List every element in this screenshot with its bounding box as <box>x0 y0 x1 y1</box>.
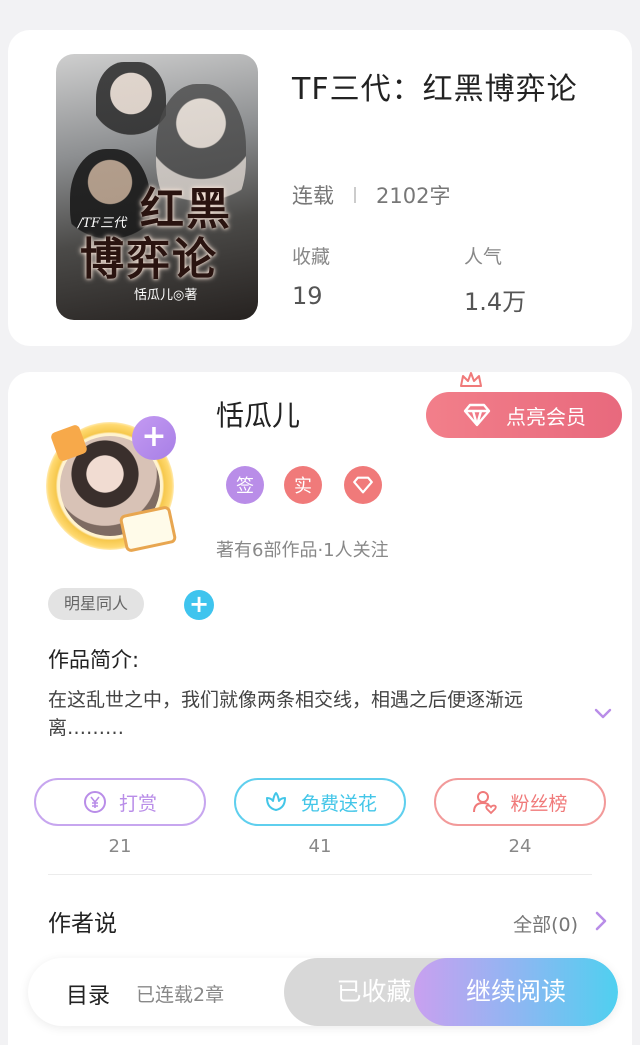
word-count: 2102字 <box>376 184 451 208</box>
favorites-label: 收藏 <box>292 246 331 268</box>
intro-title: 作品简介: <box>48 648 140 672</box>
crown-icon <box>460 372 482 387</box>
cover-title-line2: 博弈论 <box>80 234 218 285</box>
cover-author: 恬瓜儿◎著 <box>134 288 198 303</box>
add-tag-button[interactable]: + <box>184 590 214 620</box>
send-flower-label: 免费送花 <box>300 792 377 815</box>
vip-button-label: 点亮会员 <box>506 404 586 429</box>
continue-reading-button[interactable]: 继续阅读 <box>414 958 618 1026</box>
cover-tag: /TF三代 <box>78 216 127 231</box>
tip-label: 打赏 <box>118 792 157 815</box>
signed-badge: 签 <box>226 466 264 504</box>
bottom-action-bar: 目录 已连载2章 已收藏 继续阅读 <box>28 958 618 1026</box>
diamond-badge <box>344 466 382 504</box>
author-card: + 恬瓜儿 点亮会员 签 实 著有6部作品·1人关注 明星同人 + 作品简介: … <box>8 372 632 1045</box>
author-name[interactable]: 恬瓜儿 <box>216 394 300 434</box>
diamond-icon <box>353 476 373 494</box>
divider <box>48 874 592 875</box>
book-info-card: /TF三代 红黑 博弈论 恬瓜儿◎著 TF三代：红黑博弈论 连载 2102字 收… <box>8 30 632 346</box>
book-title: TF三代：红黑博弈论 <box>292 72 578 107</box>
divider <box>354 187 356 203</box>
verified-badge: 实 <box>284 466 322 504</box>
popularity-count: 1.4万 <box>464 288 527 316</box>
intro-text: 在这乱世之中，我们就像两条相交线，相遇之后便逐渐远离……… <box>48 689 524 739</box>
genre-tag[interactable]: 明星同人 <box>48 588 145 620</box>
popularity-label: 人气 <box>464 246 503 268</box>
follow-button[interactable]: + <box>132 416 176 460</box>
send-flower-button[interactable]: 免费送花 <box>234 778 406 826</box>
favorites-count: 19 <box>292 282 323 310</box>
author-says-title: 作者说 <box>48 911 117 937</box>
diamond-icon <box>463 403 491 427</box>
author-says-all-link[interactable]: 全部(0) <box>513 910 578 937</box>
fan-ranking-label: 粉丝榜 <box>510 792 568 815</box>
chevron-down-icon[interactable] <box>594 704 612 722</box>
fan-icon <box>473 791 498 815</box>
fan-count: 24 <box>508 836 532 857</box>
toc-button[interactable]: 目录 <box>66 978 110 1010</box>
author-meta: 著有6部作品·1人关注 <box>216 540 389 561</box>
chapter-count[interactable]: 已连载2章 <box>136 980 224 1007</box>
book-cover[interactable]: /TF三代 红黑 博弈论 恬瓜儿◎著 <box>56 54 258 320</box>
serial-status: 连载 <box>292 184 334 208</box>
fan-ranking-button[interactable]: 粉丝榜 <box>434 778 606 826</box>
book-status-row: 连载 2102字 <box>292 180 450 210</box>
tip-count: 21 <box>108 836 132 857</box>
cover-title-line1: 红黑 <box>140 184 232 235</box>
chevron-right-icon[interactable] <box>592 910 610 932</box>
flower-count: 41 <box>308 836 332 857</box>
vip-button[interactable]: 点亮会员 <box>426 392 622 438</box>
flower-icon <box>265 792 286 811</box>
tip-button[interactable]: 打赏 <box>34 778 206 826</box>
yuan-icon <box>83 791 106 813</box>
